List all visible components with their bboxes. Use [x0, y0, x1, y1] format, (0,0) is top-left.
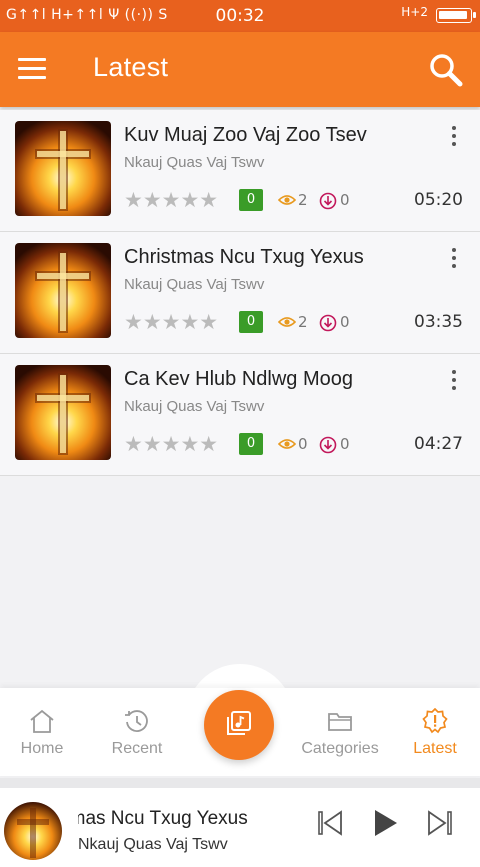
nav-label-latest: Latest: [413, 740, 457, 757]
view-count: 0: [298, 435, 308, 453]
alert-badge-icon: [422, 708, 448, 734]
more-options-icon[interactable]: [446, 248, 462, 272]
play-icon[interactable]: [370, 808, 400, 838]
rating-badge: 0: [239, 189, 263, 211]
player-divider: [0, 778, 480, 788]
star-rating[interactable]: ★★★★★: [124, 434, 218, 455]
download-icon: [319, 436, 337, 454]
download-icon: [319, 192, 337, 210]
music-library-icon: [227, 711, 251, 735]
eye-icon: [278, 195, 296, 205]
song-title: Christmas Ncu Txug Yexus: [124, 246, 364, 268]
hamburger-icon[interactable]: [18, 58, 46, 80]
song-cover-cross-image: [15, 365, 111, 460]
rating-badge: 0: [239, 311, 263, 333]
home-icon: [30, 709, 54, 733]
song-list: Kuv Muaj Zoo Vaj Zoo Tsev Nkauj Quas Vaj…: [0, 110, 480, 476]
song-duration: 03:35: [414, 312, 463, 332]
player-cover-cross-image: [4, 802, 62, 860]
view-count: 2: [298, 313, 308, 331]
view-count: 2: [298, 191, 308, 209]
download-count: 0: [340, 313, 350, 331]
song-list-item[interactable]: Kuv Muaj Zoo Vaj Zoo Tsev Nkauj Quas Vaj…: [0, 110, 480, 232]
nav-label-categories: Categories: [301, 740, 379, 757]
player-artist: Nkauj Quas Vaj Tswv: [78, 836, 228, 853]
skip-previous-icon[interactable]: [316, 808, 346, 838]
song-cover-cross-image: [15, 243, 111, 338]
song-list-item[interactable]: Ca Kev Hlub Ndlwg Moog Nkauj Quas Vaj Ts…: [0, 354, 480, 476]
download-count: 0: [340, 191, 350, 209]
search-icon[interactable]: [428, 52, 464, 88]
eye-icon: [278, 317, 296, 327]
app-bar: Latest: [0, 32, 480, 107]
status-bar: G↑↑l H+↑↑l Ψ ((·)) S 00:32 H+2: [0, 0, 480, 32]
eye-icon: [278, 439, 296, 449]
song-cover-cross-image: [15, 121, 111, 216]
star-rating[interactable]: ★★★★★: [124, 190, 218, 211]
battery-icon: [436, 8, 476, 23]
history-icon: [125, 710, 148, 732]
nav-label-recent: Recent: [111, 740, 163, 757]
nav-item-categories[interactable]: Categories: [294, 708, 386, 758]
star-rating[interactable]: ★★★★★: [124, 312, 218, 333]
skip-next-icon[interactable]: [424, 808, 454, 838]
song-title: Ca Kev Hlub Ndlwg Moog: [124, 368, 353, 390]
song-list-item[interactable]: Christmas Ncu Txug Yexus Nkauj Quas Vaj …: [0, 232, 480, 354]
song-duration: 05:20: [414, 190, 463, 210]
rating-badge: 0: [239, 433, 263, 455]
now-playing-button[interactable]: [204, 690, 274, 760]
folder-icon: [328, 713, 352, 731]
nav-item-home[interactable]: Home: [14, 708, 70, 758]
song-artist: Nkauj Quas Vaj Tswv: [124, 154, 265, 171]
status-network: H+2: [401, 5, 428, 19]
song-title: Kuv Muaj Zoo Vaj Zoo Tsev: [124, 124, 367, 146]
song-duration: 04:27: [414, 434, 463, 454]
download-count: 0: [340, 435, 350, 453]
nav-item-latest[interactable]: Latest: [408, 708, 462, 758]
nav-item-recent[interactable]: Recent: [106, 708, 168, 758]
page-title: Latest: [93, 52, 169, 82]
song-artist: Nkauj Quas Vaj Tswv: [124, 398, 265, 415]
nav-label-home: Home: [20, 740, 64, 757]
download-icon: [319, 314, 337, 332]
mini-player[interactable]: Christmas Ncu Txug Yexus Nkauj Quas Vaj …: [0, 788, 480, 867]
more-options-icon[interactable]: [446, 370, 462, 394]
player-song-title: Christmas Ncu Txug Yexus: [78, 808, 248, 829]
song-artist: Nkauj Quas Vaj Tswv: [124, 276, 265, 293]
more-options-icon[interactable]: [446, 126, 462, 150]
